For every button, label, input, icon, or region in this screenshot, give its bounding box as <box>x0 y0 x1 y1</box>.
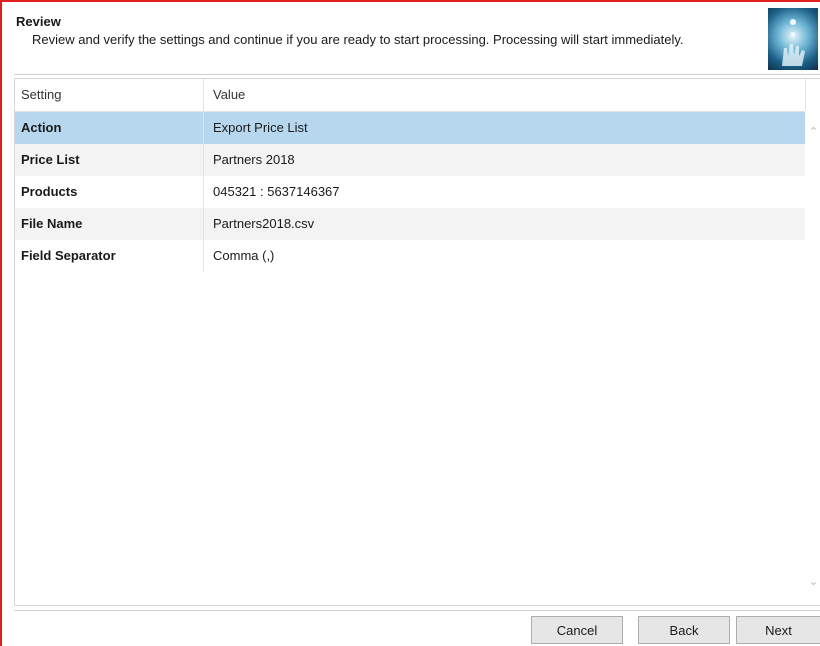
scroll-up-icon[interactable]: ⌃ <box>806 122 820 142</box>
grid-header: Setting Value <box>15 79 806 112</box>
setting-cell: File Name <box>21 216 83 231</box>
table-row[interactable]: Action Export Price List <box>15 112 805 144</box>
table-row[interactable]: Products 045321 : 5637146367 <box>15 176 805 208</box>
value-cell: Partners2018.csv <box>213 216 315 231</box>
footer-divider <box>14 610 820 611</box>
settings-grid[interactable]: Setting Value Action Export Price List P… <box>14 78 820 606</box>
wizard-header: Review Review and verify the settings an… <box>2 2 820 74</box>
back-button[interactable]: Back <box>638 616 730 644</box>
cell-divider <box>203 176 204 208</box>
value-cell: Export Price List <box>213 120 308 135</box>
vertical-scrollbar[interactable]: ⌃ ⌄ <box>806 112 820 604</box>
value-cell: Comma (,) <box>213 248 275 263</box>
cell-divider <box>203 208 204 240</box>
setting-cell: Products <box>21 184 78 199</box>
cancel-button[interactable]: Cancel <box>531 616 623 644</box>
value-cell: 045321 : 5637146367 <box>213 184 340 199</box>
column-divider <box>203 79 204 111</box>
value-cell: Partners 2018 <box>213 152 295 167</box>
next-button[interactable]: Next <box>736 616 820 644</box>
scroll-down-icon[interactable]: ⌄ <box>806 572 820 592</box>
window-frame-left <box>0 0 2 646</box>
setting-cell: Field Separator <box>21 248 116 263</box>
cell-divider <box>203 240 204 272</box>
header-divider <box>14 74 820 75</box>
setting-cell: Action <box>21 120 62 135</box>
cell-divider <box>203 112 204 144</box>
cell-divider <box>203 144 204 176</box>
table-row[interactable]: Price List Partners 2018 <box>15 144 805 176</box>
column-divider <box>805 79 806 111</box>
setting-cell: Price List <box>21 152 80 167</box>
table-row[interactable]: Field Separator Comma (,) <box>15 240 805 272</box>
table-row[interactable]: File Name Partners2018.csv <box>15 208 805 240</box>
wizard-hand-icon <box>768 8 818 70</box>
page-title: Review <box>16 14 61 29</box>
page-description: Review and verify the settings and conti… <box>32 32 684 47</box>
grid-rows: Action Export Price List Price List Part… <box>15 112 805 272</box>
column-header-setting[interactable]: Setting <box>21 79 61 111</box>
column-header-value[interactable]: Value <box>213 79 245 111</box>
